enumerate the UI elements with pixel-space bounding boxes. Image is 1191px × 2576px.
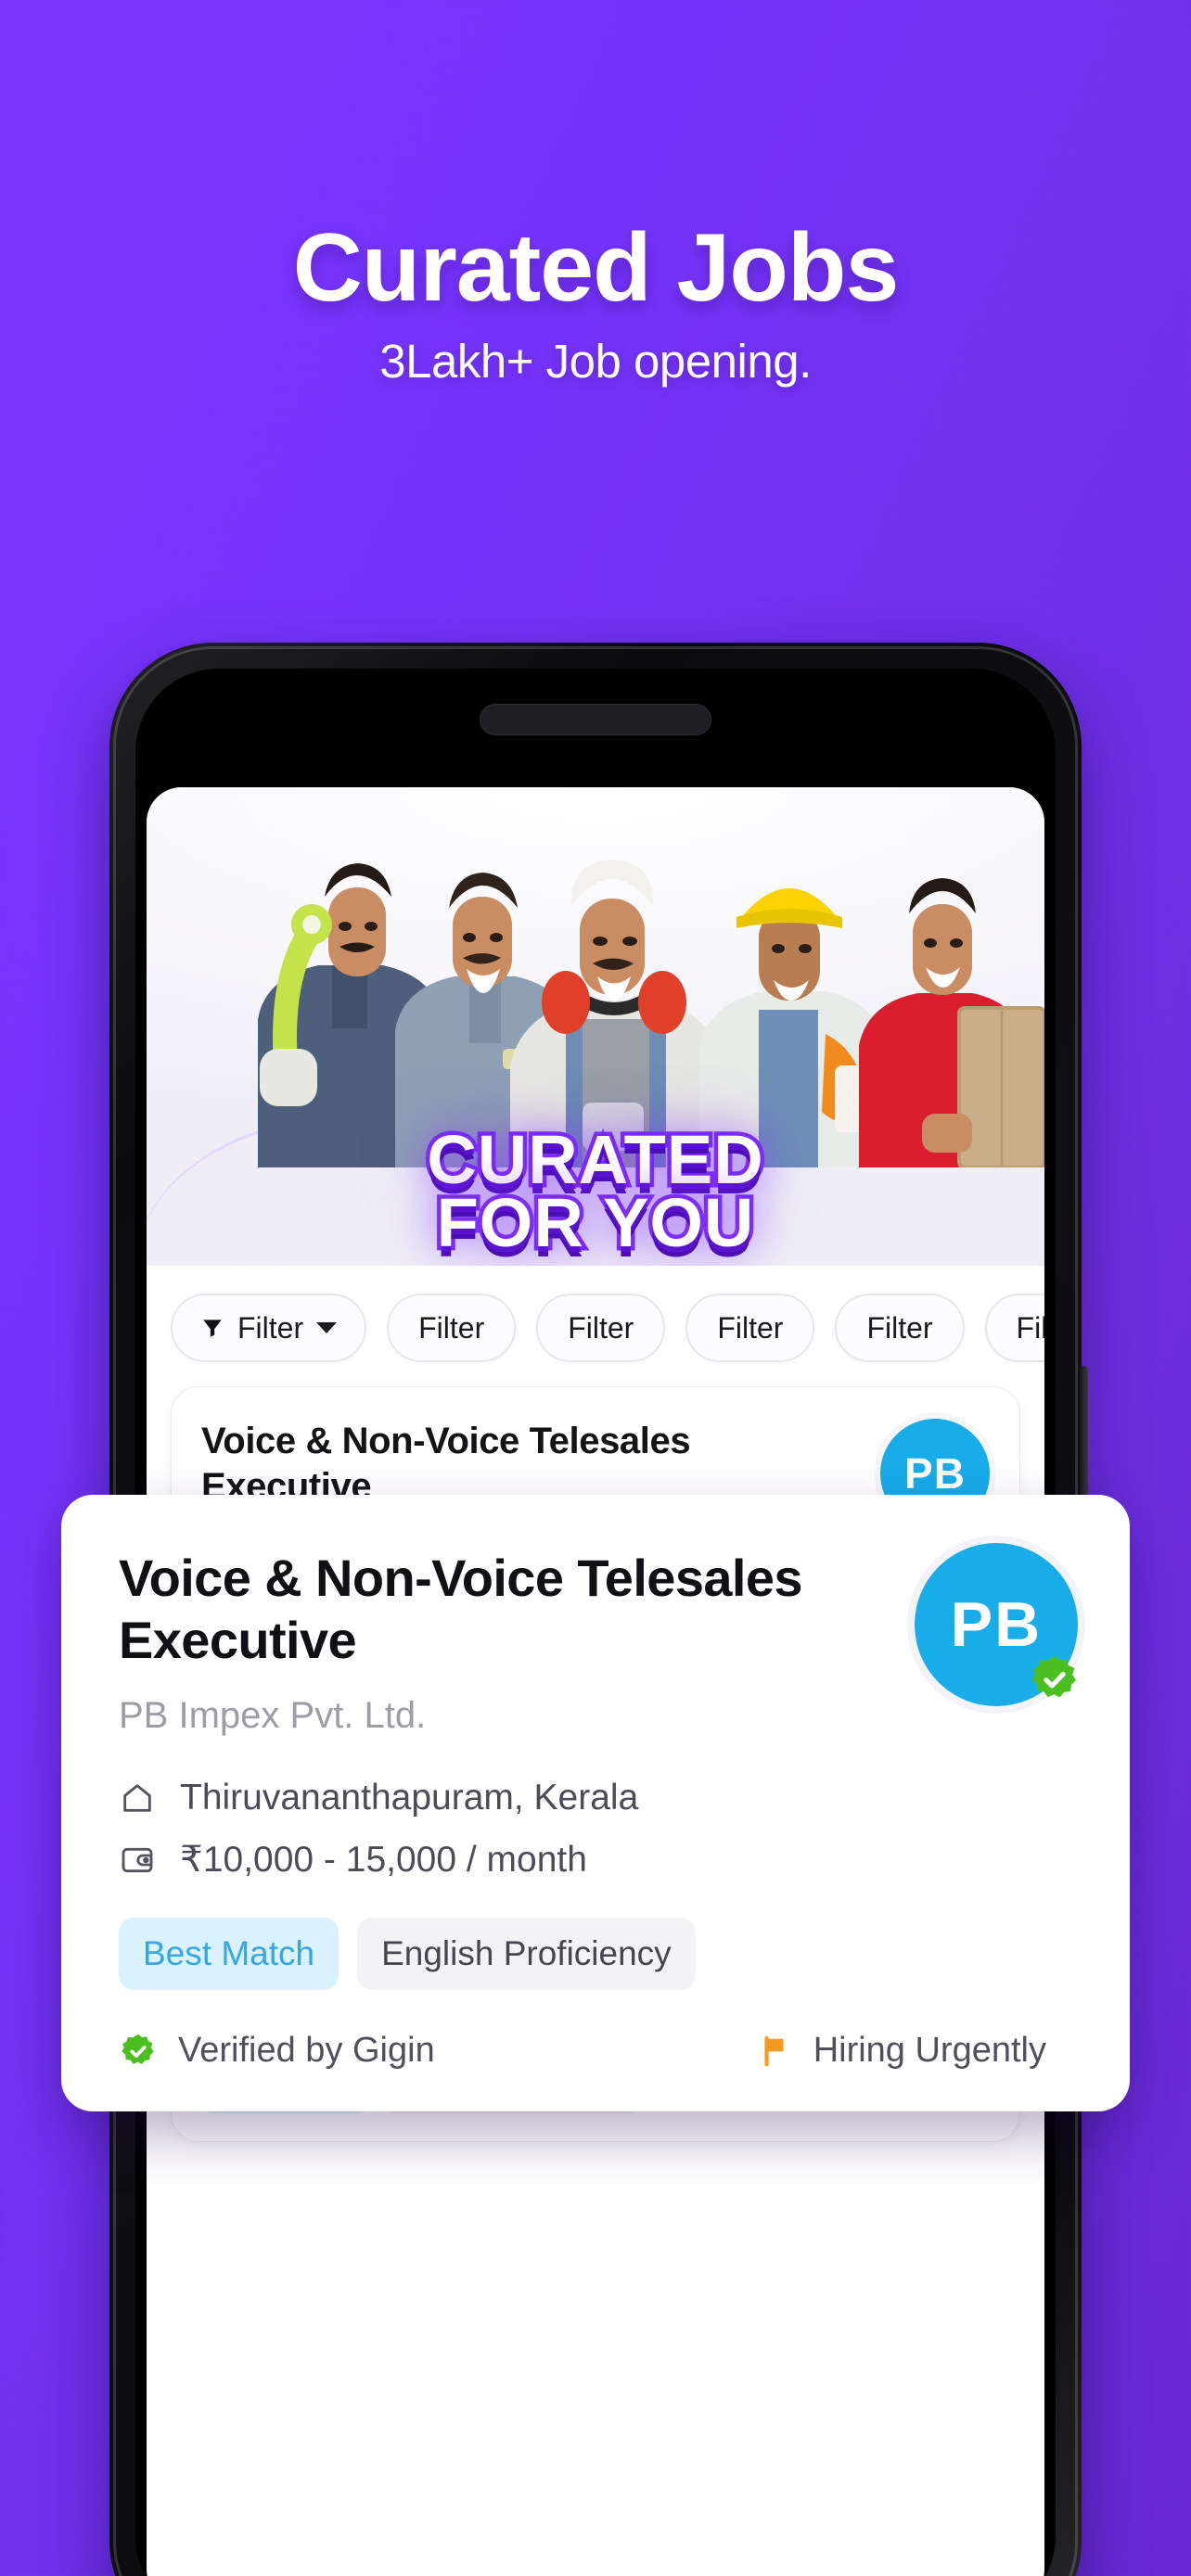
filter-chip-label: Filter xyxy=(568,1310,634,1345)
featured-card-footer: Verified by Gigin Hiring Urgently xyxy=(119,2031,1072,2071)
banner-headline-line1: CURATED xyxy=(423,1120,767,1198)
avatar-initials: PB xyxy=(904,1449,966,1498)
filter-chip-5[interactable]: Filter xyxy=(835,1294,965,1362)
filter-chip-label: Filter xyxy=(717,1310,784,1345)
phone-side-button xyxy=(1080,1366,1088,1505)
verified-by-gigin: Verified by Gigin xyxy=(119,2031,435,2071)
filter-chip-label: Filter xyxy=(866,1310,933,1345)
banner-workers-photo xyxy=(147,787,1044,1167)
filter-chip-label: Filter xyxy=(237,1310,304,1345)
featured-company-avatar: PB xyxy=(915,1543,1078,1706)
phone-speaker-grille xyxy=(480,704,711,735)
hero-header: Curated Jobs 3Lakh+ Job opening. xyxy=(0,0,1191,389)
featured-job-title: Voice & Non-Voice Telesales Executive xyxy=(119,1549,803,1670)
banner-headline: CURATED FOR YOU xyxy=(147,1120,1044,1261)
tag-best-match[interactable]: Best Match xyxy=(119,1918,339,1991)
tag-english-proficiency[interactable]: English Proficiency xyxy=(357,1918,696,1991)
featured-job-card[interactable]: Voice & Non-Voice Telesales Executive PB… xyxy=(61,1495,1130,2112)
workers-illustration xyxy=(258,860,1044,1167)
urgent-label: Hiring Urgently xyxy=(813,2031,1046,2071)
wallet-icon xyxy=(119,1842,156,1879)
verified-badge-icon xyxy=(1028,1652,1082,1706)
page-subtitle: 3Lakh+ Job opening. xyxy=(379,335,812,389)
filter-chip-4[interactable]: Filter xyxy=(685,1294,815,1362)
banner-headline-line2: FOR YOU xyxy=(432,1183,758,1261)
home-icon xyxy=(119,1779,156,1817)
featured-location-row: Thiruvananthapuram, Kerala xyxy=(119,1778,1072,1818)
featured-location: Thiruvananthapuram, Kerala xyxy=(180,1778,639,1818)
featured-job-company: PB Impex Pvt. Ltd. xyxy=(119,1695,427,1737)
filter-chips-row[interactable]: Filter Filter Filter Filter Filter Filte… xyxy=(147,1266,1044,1386)
flag-icon xyxy=(758,2034,793,2069)
avatar-initials: PB xyxy=(950,1589,1043,1660)
hiring-urgently: Hiring Urgently xyxy=(758,2031,1046,2071)
filter-chip-2[interactable]: Filter xyxy=(387,1294,517,1362)
featured-salary: ₹10,000 - 15,000 / month xyxy=(180,1840,587,1881)
funnel-icon xyxy=(200,1316,224,1340)
chevron-down-icon xyxy=(316,1322,338,1333)
filter-chip-primary[interactable]: Filter xyxy=(171,1294,367,1362)
promo-banner[interactable]: CURATED FOR YOU xyxy=(147,787,1044,1266)
featured-salary-row: ₹10,000 - 15,000 / month xyxy=(119,1839,1072,1881)
verified-label: Verified by Gigin xyxy=(178,2031,435,2071)
filter-chip-6[interactable]: Filter xyxy=(984,1294,1044,1362)
filter-chip-label: Filter xyxy=(418,1310,485,1345)
featured-tags: Best Match English Proficiency xyxy=(119,1918,1072,1991)
page-title: Curated Jobs xyxy=(292,214,900,322)
filter-chip-label: Filter xyxy=(1016,1310,1044,1345)
verified-badge-icon xyxy=(119,2032,158,2071)
filter-chip-3[interactable]: Filter xyxy=(536,1294,666,1362)
